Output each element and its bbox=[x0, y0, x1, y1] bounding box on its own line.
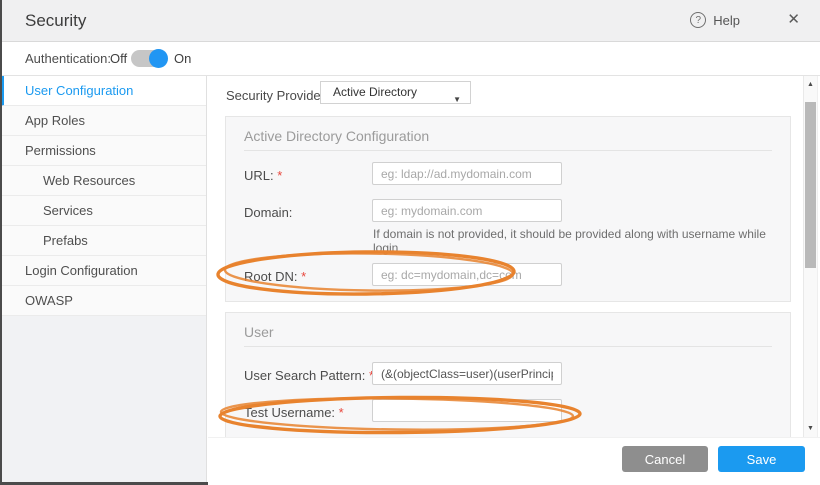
test-username-input[interactable] bbox=[372, 399, 562, 422]
authentication-toggle[interactable] bbox=[131, 49, 168, 68]
cancel-button[interactable]: Cancel bbox=[622, 446, 708, 472]
sidebar-item-services[interactable]: Services bbox=[0, 196, 206, 226]
url-label: URL: * bbox=[244, 168, 283, 183]
toggle-on-label: On bbox=[174, 51, 192, 66]
sidebar: User Configuration App Roles Permissions… bbox=[0, 76, 207, 485]
help-button[interactable]: ? Help bbox=[690, 12, 740, 28]
sidebar-item-login-configuration[interactable]: Login Configuration bbox=[0, 256, 206, 286]
required-marker: * bbox=[338, 405, 344, 420]
required-marker: * bbox=[301, 269, 307, 284]
save-button[interactable]: Save bbox=[718, 446, 805, 472]
main-content: Security Provider: Active Directory ▼ Ac… bbox=[208, 76, 820, 437]
user-panel: User User Search Pattern: * Test Usernam… bbox=[225, 312, 791, 437]
sidebar-item-user-configuration[interactable]: User Configuration bbox=[0, 76, 206, 106]
domain-label: Domain: bbox=[244, 205, 293, 220]
toggle-knob bbox=[149, 49, 168, 68]
scrollbar-thumb[interactable] bbox=[805, 102, 816, 268]
dialog-footer: Cancel Save bbox=[208, 437, 820, 485]
user-search-pattern-label: User Search Pattern: * bbox=[244, 368, 374, 383]
vertical-scrollbar[interactable]: ▲ ▼ bbox=[803, 76, 818, 437]
required-marker: * bbox=[277, 168, 283, 183]
security-provider-label: Security Provider: bbox=[226, 88, 329, 103]
user-panel-title: User bbox=[244, 324, 274, 340]
dialog-header: Security ? Help ✕ bbox=[0, 0, 820, 42]
test-username-label: Test Username: * bbox=[244, 405, 344, 420]
root-dn-label: Root DN: * bbox=[244, 269, 307, 284]
sidebar-item-permissions[interactable]: Permissions bbox=[0, 136, 206, 166]
help-icon: ? bbox=[690, 12, 707, 28]
close-icon[interactable]: ✕ bbox=[787, 10, 800, 28]
security-provider-dropdown[interactable]: Active Directory ▼ bbox=[320, 81, 471, 104]
user-search-pattern-input[interactable] bbox=[372, 362, 562, 385]
dropdown-arrow-icon: ▼ bbox=[453, 95, 461, 104]
sidebar-item-web-resources[interactable]: Web Resources bbox=[0, 166, 206, 196]
sidebar-item-prefabs[interactable]: Prefabs bbox=[0, 226, 206, 256]
help-label: Help bbox=[713, 12, 740, 28]
security-provider-value: Active Directory bbox=[333, 85, 418, 99]
scroll-up-icon[interactable]: ▲ bbox=[804, 81, 817, 88]
domain-help-text: If domain is not provided, it should be … bbox=[373, 227, 766, 255]
url-input[interactable] bbox=[372, 162, 562, 185]
page-title: Security bbox=[25, 11, 87, 30]
sidebar-item-app-roles[interactable]: App Roles bbox=[0, 106, 206, 136]
domain-input[interactable] bbox=[372, 199, 562, 222]
divider bbox=[244, 150, 772, 151]
window-edge-left bbox=[0, 0, 2, 485]
divider bbox=[244, 346, 772, 347]
authentication-row: Authentication: Off On bbox=[0, 42, 820, 76]
ad-configuration-panel: Active Directory Configuration URL: * Do… bbox=[225, 116, 791, 302]
sidebar-item-owasp[interactable]: OWASP bbox=[0, 286, 206, 316]
scroll-down-icon[interactable]: ▼ bbox=[804, 425, 817, 432]
root-dn-input[interactable] bbox=[372, 263, 562, 286]
authentication-label: Authentication: bbox=[25, 51, 112, 66]
ad-configuration-title: Active Directory Configuration bbox=[244, 128, 430, 144]
toggle-off-label: Off bbox=[110, 51, 128, 66]
